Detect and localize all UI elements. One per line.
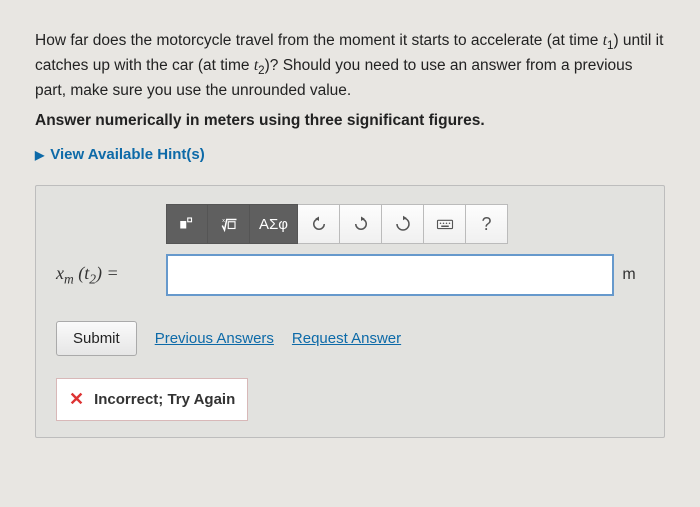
- unit-label: m: [614, 266, 644, 284]
- request-answer-link[interactable]: Request Answer: [292, 330, 401, 347]
- answer-input[interactable]: [166, 254, 614, 296]
- feedback-text: Incorrect; Try Again: [94, 391, 235, 408]
- keyboard-icon: [436, 215, 454, 233]
- triangle-right-icon: ▶: [35, 148, 44, 162]
- hints-label: View Available Hint(s): [50, 146, 205, 163]
- answer-box: x ΑΣφ ? xm (t2) = m Submit Previous Answ…: [35, 185, 665, 438]
- template-button[interactable]: [166, 204, 208, 244]
- redo-button[interactable]: [340, 204, 382, 244]
- equation-toolbar: x ΑΣφ ?: [166, 204, 644, 244]
- help-label: ?: [481, 214, 491, 235]
- answer-instruction: Answer numerically in meters using three…: [35, 112, 665, 130]
- reset-icon: [394, 215, 412, 233]
- redo-icon: [352, 215, 370, 233]
- feedback-box: ✕ Incorrect; Try Again: [56, 378, 248, 421]
- view-hints-toggle[interactable]: ▶ View Available Hint(s): [35, 146, 665, 163]
- keyboard-button[interactable]: [424, 204, 466, 244]
- greek-label: ΑΣφ: [259, 216, 288, 233]
- greek-button[interactable]: ΑΣφ: [250, 204, 298, 244]
- input-row: xm (t2) = m: [56, 254, 644, 296]
- undo-button[interactable]: [298, 204, 340, 244]
- variable-label: xm (t2) =: [56, 263, 166, 288]
- incorrect-x-icon: ✕: [69, 389, 84, 410]
- button-row: Submit Previous Answers Request Answer: [56, 321, 644, 356]
- submit-button[interactable]: Submit: [56, 321, 137, 356]
- radical-button[interactable]: x: [208, 204, 250, 244]
- radical-icon: x: [220, 215, 238, 233]
- question-text: How far does the motorcycle travel from …: [35, 30, 665, 102]
- reset-button[interactable]: [382, 204, 424, 244]
- undo-icon: [310, 215, 328, 233]
- template-icon: [178, 215, 196, 233]
- previous-answers-link[interactable]: Previous Answers: [155, 330, 274, 347]
- svg-text:x: x: [222, 218, 225, 224]
- help-button[interactable]: ?: [466, 204, 508, 244]
